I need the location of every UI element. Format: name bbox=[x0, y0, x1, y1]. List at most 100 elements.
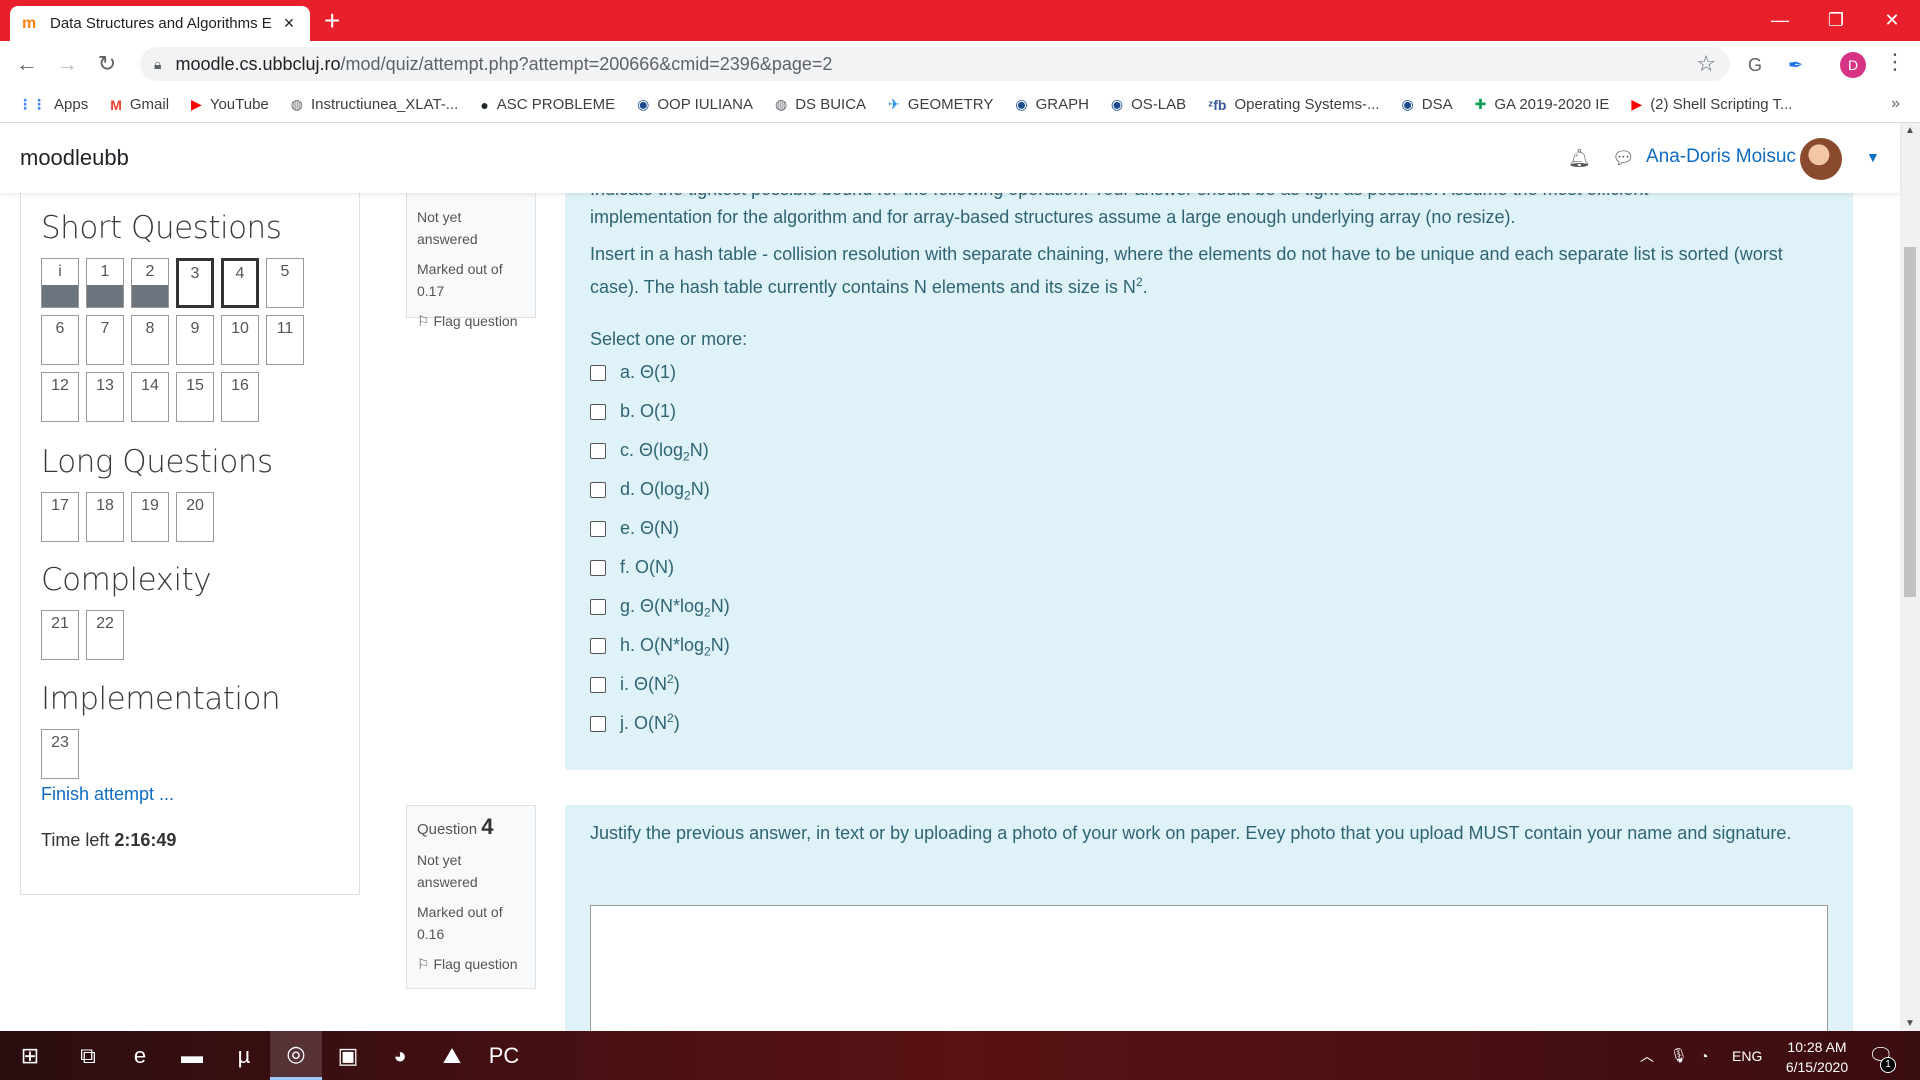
task-view-icon[interactable]: ⧉ bbox=[62, 1031, 114, 1080]
back-icon[interactable]: ← bbox=[12, 49, 42, 79]
question-nav-button[interactable]: 5 bbox=[266, 258, 304, 308]
bookmark-item[interactable]: ✚ GA 2019-2020 IE bbox=[1475, 96, 1610, 113]
question-nav-button[interactable]: 16 bbox=[221, 372, 259, 422]
question-nav-button[interactable]: 7 bbox=[86, 315, 124, 365]
language-indicator[interactable]: ENG bbox=[1732, 1031, 1762, 1080]
finish-attempt-link[interactable]: Finish attempt ... bbox=[41, 784, 174, 805]
bookmark-item[interactable]: ◍ Instructiunea_XLAT-... bbox=[291, 96, 459, 113]
question-nav-button[interactable]: 6 bbox=[41, 315, 79, 365]
restore-icon[interactable]: ❐ bbox=[1808, 0, 1864, 41]
question-nav-button[interactable]: 19 bbox=[131, 492, 169, 542]
extension-g-icon[interactable]: G bbox=[1748, 55, 1762, 76]
edge-icon[interactable]: e bbox=[114, 1031, 166, 1080]
question-nav-button[interactable]: 18 bbox=[86, 492, 124, 542]
answer-option[interactable]: j. O(N2) bbox=[590, 704, 1828, 743]
answer-option[interactable]: c. Θ(log2N) bbox=[590, 431, 1828, 470]
answer-checkbox[interactable] bbox=[590, 481, 606, 498]
minimize-icon[interactable]: — bbox=[1752, 0, 1808, 41]
forward-icon[interactable]: → bbox=[52, 49, 82, 79]
page-scrollbar[interactable]: ▲ ▼ bbox=[1900, 123, 1920, 1031]
discord-icon[interactable]: ◕ bbox=[374, 1031, 426, 1080]
answer-option[interactable]: f. O(N) bbox=[590, 548, 1828, 587]
answer-option[interactable]: h. O(N*log2N) bbox=[590, 626, 1828, 665]
answer-checkbox[interactable] bbox=[590, 559, 606, 576]
answer-checkbox[interactable] bbox=[590, 676, 606, 693]
question-nav-button[interactable]: 2 bbox=[131, 258, 169, 308]
browser-tab[interactable]: m Data Structures and Algorithms E × bbox=[10, 6, 310, 41]
file-explorer-icon[interactable]: ▬ bbox=[166, 1031, 218, 1080]
bookmark-item[interactable]: ᶻfb Operating Systems-... bbox=[1208, 96, 1379, 113]
question-nav-button[interactable]: 22 bbox=[86, 610, 124, 660]
question-nav-button[interactable]: 11 bbox=[266, 315, 304, 365]
question-4-flag[interactable]: ⚐ Flag question bbox=[417, 953, 525, 975]
scroll-down-icon[interactable]: ▼ bbox=[1905, 1018, 1915, 1029]
answer-checkbox[interactable] bbox=[590, 637, 606, 654]
bookmark-star-icon[interactable]: ☆ bbox=[1696, 51, 1716, 77]
question-nav-button[interactable]: 13 bbox=[86, 372, 124, 422]
answer-checkbox[interactable] bbox=[590, 442, 606, 459]
tray-chevron-icon[interactable]: ︿ bbox=[1640, 1031, 1654, 1080]
wifi-icon[interactable]: ◔ bbox=[1700, 1031, 1708, 1080]
question-nav-button[interactable]: 21 bbox=[41, 610, 79, 660]
scroll-up-icon[interactable]: ▲ bbox=[1905, 125, 1915, 136]
pycharm-icon[interactable]: PC bbox=[478, 1031, 530, 1080]
bookmark-item[interactable]: ◉ DSA bbox=[1402, 96, 1453, 113]
question-nav-button[interactable]: 10 bbox=[221, 315, 259, 365]
bell-icon[interactable]: 🔔︎ bbox=[1568, 148, 1591, 169]
question-nav-button[interactable]: 9 bbox=[176, 315, 214, 365]
question-nav-button[interactable]: i bbox=[41, 258, 79, 308]
answer-checkbox[interactable] bbox=[590, 403, 606, 420]
question-nav-button[interactable]: 14 bbox=[131, 372, 169, 422]
scrollbar-thumb[interactable] bbox=[1904, 247, 1916, 597]
chrome-menu-icon[interactable]: ⋮ bbox=[1884, 49, 1906, 75]
utorrent-icon[interactable]: µ bbox=[218, 1031, 270, 1080]
answer-option[interactable]: e. Θ(N) bbox=[590, 509, 1828, 548]
answer-option[interactable]: b. O(1) bbox=[590, 392, 1828, 431]
profile-avatar[interactable]: D bbox=[1840, 52, 1866, 78]
bookmark-item[interactable]: M Gmail bbox=[110, 96, 169, 113]
start-icon[interactable]: ⊞ bbox=[4, 1031, 56, 1080]
microphone-icon[interactable]: 🎙︎ bbox=[1670, 1031, 1688, 1080]
answer-option[interactable]: i. Θ(N2) bbox=[590, 665, 1828, 704]
question-nav-button[interactable]: 4 bbox=[221, 258, 259, 308]
answer-checkbox[interactable] bbox=[590, 598, 606, 615]
bookmark-item[interactable]: ◍ DS BUICA bbox=[775, 96, 866, 113]
media-icon[interactable]: ▣ bbox=[322, 1031, 374, 1080]
address-bar[interactable]: 🔒︎ moodle.cs.ubbcluj.ro /mod/quiz/attemp… bbox=[140, 47, 1730, 81]
chrome-icon[interactable]: ◎ bbox=[270, 1031, 322, 1080]
question-nav-button[interactable]: 8 bbox=[131, 315, 169, 365]
new-tab-button[interactable]: + bbox=[324, 6, 340, 36]
chat-icon[interactable]: 💬︎ bbox=[1612, 148, 1635, 169]
extension-pen-icon[interactable]: ✒ bbox=[1788, 55, 1803, 76]
bookmark-item[interactable]: ◉ OS-LAB bbox=[1111, 96, 1186, 113]
question-nav-button[interactable]: 17 bbox=[41, 492, 79, 542]
question-3-flag[interactable]: ⚐ Flag question bbox=[417, 310, 525, 332]
question-nav-button[interactable]: 12 bbox=[41, 372, 79, 422]
question-nav-button[interactable]: 1 bbox=[86, 258, 124, 308]
system-clock[interactable]: 10:28 AM 6/15/2020 bbox=[1772, 1037, 1862, 1077]
close-window-icon[interactable]: ✕ bbox=[1864, 0, 1920, 41]
question-nav-button[interactable]: 23 bbox=[41, 729, 79, 779]
answer-option[interactable]: g. Θ(N*log2N) bbox=[590, 587, 1828, 626]
answer-checkbox[interactable] bbox=[590, 715, 606, 732]
photos-icon[interactable]: ⛰ bbox=[426, 1031, 478, 1080]
bookmark-item[interactable]: ▶ (2) Shell Scripting T... bbox=[1631, 96, 1792, 113]
bookmark-item[interactable]: ◉ OOP IULIANA bbox=[637, 96, 753, 113]
chevron-down-icon[interactable]: ▼ bbox=[1866, 149, 1880, 165]
answer-text-editor[interactable] bbox=[590, 905, 1828, 1031]
bookmark-item[interactable]: ◉ GRAPH bbox=[1015, 96, 1089, 113]
site-brand[interactable]: moodleubb bbox=[20, 145, 129, 171]
answer-option[interactable]: d. O(log2N) bbox=[590, 470, 1828, 509]
bookmark-item[interactable]: ▶ YouTube bbox=[191, 96, 269, 113]
reload-icon[interactable]: ↻ bbox=[92, 49, 122, 79]
question-nav-button[interactable]: 15 bbox=[176, 372, 214, 422]
answer-option[interactable]: a. Θ(1) bbox=[590, 353, 1828, 392]
answer-checkbox[interactable] bbox=[590, 364, 606, 381]
bookmark-item[interactable]: ⋮⋮ Apps bbox=[18, 96, 88, 113]
question-nav-button[interactable]: 3 bbox=[176, 258, 214, 308]
close-tab-icon[interactable]: × bbox=[280, 13, 298, 34]
bookmark-item[interactable]: ✈ GEOMETRY bbox=[888, 96, 993, 113]
user-avatar[interactable] bbox=[1800, 138, 1842, 180]
user-name[interactable]: Ana-Doris Moisuc bbox=[1646, 146, 1796, 168]
bookmark-item[interactable]: ● ASC PROBLEME bbox=[480, 96, 615, 113]
